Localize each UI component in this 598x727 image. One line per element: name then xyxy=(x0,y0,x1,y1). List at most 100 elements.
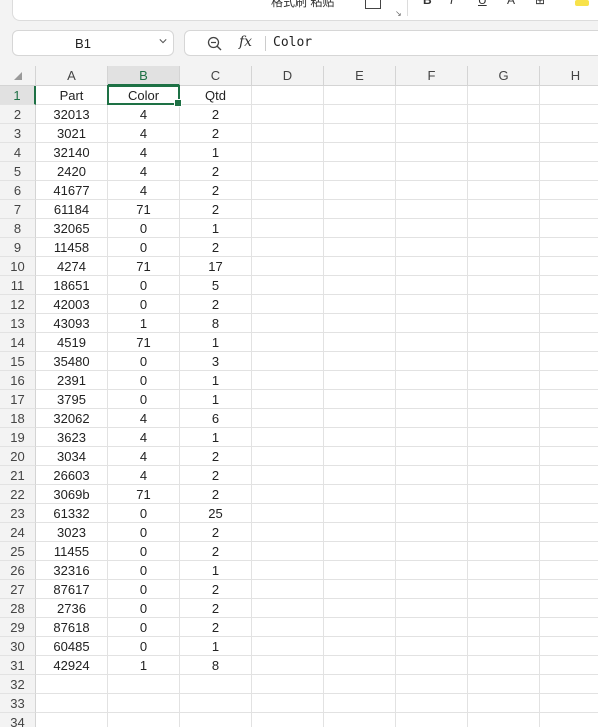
cell-f22[interactable] xyxy=(396,485,468,504)
cell-e8[interactable] xyxy=(324,219,396,238)
cell-f16[interactable] xyxy=(396,371,468,390)
cell-h2[interactable] xyxy=(540,105,598,124)
cell-b13[interactable]: 1 xyxy=(108,314,180,333)
cell-d15[interactable] xyxy=(252,352,324,371)
cell-e3[interactable] xyxy=(324,124,396,143)
row-header[interactable]: 32 xyxy=(0,675,36,694)
cell-h3[interactable] xyxy=(540,124,598,143)
cell-e26[interactable] xyxy=(324,561,396,580)
cell-g6[interactable] xyxy=(468,181,540,200)
cell-f31[interactable] xyxy=(396,656,468,675)
cell-g19[interactable] xyxy=(468,428,540,447)
cell-f14[interactable] xyxy=(396,333,468,352)
cell-e32[interactable] xyxy=(324,675,396,694)
cell-a5[interactable]: 2420 xyxy=(36,162,108,181)
column-header-c[interactable]: C xyxy=(180,66,252,86)
cell-a15[interactable]: 35480 xyxy=(36,352,108,371)
cell-b30[interactable]: 0 xyxy=(108,637,180,656)
cell-e29[interactable] xyxy=(324,618,396,637)
cell-h7[interactable] xyxy=(540,200,598,219)
cell-g12[interactable] xyxy=(468,295,540,314)
cell-a31[interactable]: 42924 xyxy=(36,656,108,675)
cell-h18[interactable] xyxy=(540,409,598,428)
cell-f10[interactable] xyxy=(396,257,468,276)
cell-b6[interactable]: 4 xyxy=(108,181,180,200)
row-header[interactable]: 18 xyxy=(0,409,36,428)
cell-d1[interactable] xyxy=(252,86,324,105)
cell-h4[interactable] xyxy=(540,143,598,162)
cell-d29[interactable] xyxy=(252,618,324,637)
formula-input[interactable]: Color xyxy=(273,35,312,50)
cell-a20[interactable]: 3034 xyxy=(36,447,108,466)
row-header[interactable]: 28 xyxy=(0,599,36,618)
cell-c9[interactable]: 2 xyxy=(180,238,252,257)
cell-d4[interactable] xyxy=(252,143,324,162)
cell-f25[interactable] xyxy=(396,542,468,561)
row-header[interactable]: 24 xyxy=(0,523,36,542)
cell-g34[interactable] xyxy=(468,713,540,727)
cell-g9[interactable] xyxy=(468,238,540,257)
cell-g33[interactable] xyxy=(468,694,540,713)
select-all-corner[interactable] xyxy=(0,66,36,86)
cell-e6[interactable] xyxy=(324,181,396,200)
cell-a29[interactable]: 87618 xyxy=(36,618,108,637)
cell-a17[interactable]: 3795 xyxy=(36,390,108,409)
cell-c26[interactable]: 1 xyxy=(180,561,252,580)
cell-h16[interactable] xyxy=(540,371,598,390)
cell-h11[interactable] xyxy=(540,276,598,295)
cell-b16[interactable]: 0 xyxy=(108,371,180,390)
cell-h28[interactable] xyxy=(540,599,598,618)
spreadsheet-grid[interactable]: A B C D E F G H 1 Part Color Qtd 2 32013 4 2 3 3021 4 2 4 321… xyxy=(0,66,598,727)
cell-a33[interactable] xyxy=(36,694,108,713)
cell-a11[interactable]: 18651 xyxy=(36,276,108,295)
cell-d22[interactable] xyxy=(252,485,324,504)
cell-a2[interactable]: 32013 xyxy=(36,105,108,124)
cell-g16[interactable] xyxy=(468,371,540,390)
cell-d17[interactable] xyxy=(252,390,324,409)
cell-f9[interactable] xyxy=(396,238,468,257)
cell-f1[interactable] xyxy=(396,86,468,105)
cell-d18[interactable] xyxy=(252,409,324,428)
row-header[interactable]: 27 xyxy=(0,580,36,599)
cell-a25[interactable]: 11455 xyxy=(36,542,108,561)
cell-e5[interactable] xyxy=(324,162,396,181)
cell-g2[interactable] xyxy=(468,105,540,124)
cell-b34[interactable] xyxy=(108,713,180,727)
cell-c13[interactable]: 8 xyxy=(180,314,252,333)
cell-b32[interactable] xyxy=(108,675,180,694)
cell-g26[interactable] xyxy=(468,561,540,580)
paste-icon[interactable] xyxy=(365,0,381,9)
cell-a28[interactable]: 2736 xyxy=(36,599,108,618)
cell-f8[interactable] xyxy=(396,219,468,238)
cell-f20[interactable] xyxy=(396,447,468,466)
cell-g22[interactable] xyxy=(468,485,540,504)
cell-d19[interactable] xyxy=(252,428,324,447)
row-header[interactable]: 5 xyxy=(0,162,36,181)
underline-button[interactable]: U xyxy=(478,0,487,7)
cell-a27[interactable]: 87617 xyxy=(36,580,108,599)
cell-g3[interactable] xyxy=(468,124,540,143)
row-header[interactable]: 33 xyxy=(0,694,36,713)
cell-d9[interactable] xyxy=(252,238,324,257)
row-header[interactable]: 31 xyxy=(0,656,36,675)
cell-b15[interactable]: 0 xyxy=(108,352,180,371)
cell-d2[interactable] xyxy=(252,105,324,124)
cell-d7[interactable] xyxy=(252,200,324,219)
column-header-d[interactable]: D xyxy=(252,66,324,86)
cell-h30[interactable] xyxy=(540,637,598,656)
cell-b27[interactable]: 0 xyxy=(108,580,180,599)
row-header[interactable]: 34 xyxy=(0,713,36,727)
cell-h26[interactable] xyxy=(540,561,598,580)
cell-b12[interactable]: 0 xyxy=(108,295,180,314)
cell-c22[interactable]: 2 xyxy=(180,485,252,504)
row-header[interactable]: 11 xyxy=(0,276,36,295)
cell-e1[interactable] xyxy=(324,86,396,105)
cell-h32[interactable] xyxy=(540,675,598,694)
cell-d33[interactable] xyxy=(252,694,324,713)
cell-d34[interactable] xyxy=(252,713,324,727)
cell-g17[interactable] xyxy=(468,390,540,409)
cell-c17[interactable]: 1 xyxy=(180,390,252,409)
cell-d8[interactable] xyxy=(252,219,324,238)
column-header-a[interactable]: A xyxy=(36,66,108,86)
bold-button[interactable]: B xyxy=(423,0,432,7)
